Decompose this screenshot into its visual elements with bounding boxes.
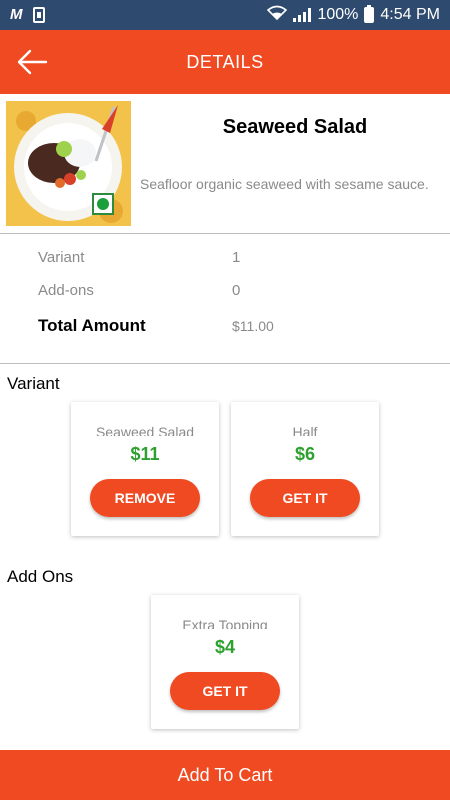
addons-value: 0 (232, 282, 241, 299)
addons-label: Add-ons (38, 282, 94, 299)
variant-card: Half $6 GET IT (231, 402, 379, 536)
battery-icon (364, 5, 375, 23)
variant-card-name: Seaweed Salad (95, 424, 195, 436)
variant-section-title: Variant (7, 374, 60, 393)
get-it-button[interactable]: GET IT (250, 479, 360, 517)
status-right: 100% 4:54 PM (267, 5, 440, 25)
total-amount-value: $11.00 (232, 318, 274, 334)
m-app-icon: M (10, 6, 23, 23)
signal-icon (293, 8, 312, 22)
page-title: DETAILS (186, 52, 264, 72)
status-left: M (10, 6, 45, 23)
veg-indicator-icon (92, 193, 114, 215)
addon-card-price: $4 (214, 637, 236, 657)
variant-card: Seaweed Salad $11 REMOVE (71, 402, 219, 536)
order-summary: Variant 1 Add-ons 0 Total Amount $11.00 (0, 234, 450, 364)
sd-card-icon (32, 6, 45, 23)
app-header: DETAILS (0, 30, 450, 94)
total-amount-label: Total Amount (38, 316, 146, 335)
addons-section-title: Add Ons (7, 567, 74, 586)
product-section: Seaweed Salad (0, 94, 450, 234)
product-name: Seaweed Salad (222, 116, 368, 138)
summary-row-variant: Variant 1 (38, 249, 438, 273)
variant-card-price: $6 (294, 444, 316, 464)
wifi-icon (267, 5, 288, 25)
addon-card-name: Extra Topping (182, 617, 268, 629)
variant-card-price: $11 (130, 444, 160, 464)
variant-card-name: Half (292, 424, 318, 436)
summary-row-total: Total Amount $11.00 (38, 316, 438, 340)
status-time: 4:54 PM (380, 6, 440, 23)
remove-button[interactable]: REMOVE (90, 479, 200, 517)
get-it-button[interactable]: GET IT (170, 672, 280, 710)
variant-value: 1 (232, 249, 241, 266)
battery-percent: 100% (317, 6, 359, 23)
product-description: Seafloor organic seaweed with sesame sau… (140, 176, 429, 192)
variant-label: Variant (38, 249, 85, 266)
food-image (6, 101, 131, 226)
add-to-cart-button[interactable]: Add To Cart (0, 750, 450, 800)
summary-row-addons: Add-ons 0 (38, 282, 438, 306)
status-bar: M 100% 4:54 PM (0, 0, 450, 30)
addon-card: Extra Topping $4 GET IT (151, 595, 299, 729)
